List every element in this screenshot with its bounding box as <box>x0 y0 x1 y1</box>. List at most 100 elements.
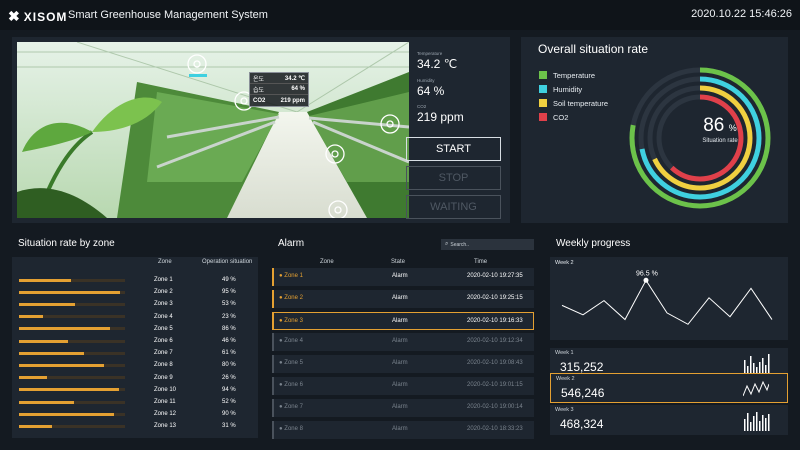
search-icon: ⌕ <box>445 241 449 247</box>
zone-progress-fill <box>19 400 75 404</box>
zone-progress-bar <box>19 363 125 367</box>
legend-label: Humidity <box>553 84 583 94</box>
alarm-zone: ● Zone 4 <box>279 338 303 344</box>
camera-panel: 온도 34.2 ℃ 습도 64 % CO2 219 ppm Temperatur… <box>12 37 510 223</box>
zone-percent: 61 % <box>222 350 236 357</box>
week-card[interactable]: Week 3 468,324 <box>550 405 788 435</box>
zone-progress-fill <box>19 290 120 294</box>
zone-row: Zone 11 52 % <box>12 396 258 408</box>
alarm-row[interactable]: ● Zone 3 Alarm 2020-02-10 19:16:33 <box>272 311 534 330</box>
weekly-section-title: Weekly progress <box>556 238 631 249</box>
legend-swatch <box>539 113 547 121</box>
zone-progress-bar <box>19 424 125 428</box>
week-card-value: 468,324 <box>560 417 604 431</box>
overlay-value: 64 % <box>291 86 305 92</box>
alarm-zone-label: Zone 2 <box>284 294 303 301</box>
alarm-zone-label: Zone 4 <box>284 338 303 345</box>
overall-situation-panel: Overall situation rate Temperature Humid… <box>521 37 788 223</box>
zone-progress-bar <box>19 339 125 343</box>
zone-name: Zone 8 <box>154 362 173 369</box>
stop-button[interactable]: STOP <box>406 166 501 190</box>
alarm-row[interactable]: ● Zone 4 Alarm 2020-02-10 19:12:34 <box>272 333 534 352</box>
alarm-time: 2020-02-10 19:16:33 <box>467 317 523 324</box>
week-card-label: Week 2 <box>556 376 575 382</box>
week-card-label: Week 1 <box>555 350 574 356</box>
zone-row: Zone 13 31 % <box>12 420 258 432</box>
alarm-row[interactable]: ● Zone 8 Alarm 2020-02-10 18:33:23 <box>272 420 534 439</box>
alarm-time: 2020-02-10 19:01:15 <box>467 382 523 388</box>
greenhouse-camera-view: 온도 34.2 ℃ 습도 64 % CO2 219 ppm <box>17 42 409 218</box>
zone-progress-bar <box>19 412 125 416</box>
alarm-row[interactable]: ● Zone 1 Alarm 2020-02-10 19:27:35 <box>272 268 534 286</box>
header-bar: ✖ XISOM Smart Greenhouse Management Syst… <box>0 0 800 30</box>
alarm-zone: ● Zone 1 <box>279 273 303 279</box>
alarm-state: Alarm <box>392 294 408 301</box>
alarm-zone: ● Zone 5 <box>279 360 303 366</box>
alarm-row[interactable]: ● Zone 2 Alarm 2020-02-10 19:25:15 <box>272 289 534 308</box>
alarm-search-input[interactable]: ⌕ Search.. <box>441 239 534 250</box>
sensor-value: 219 ppm <box>417 110 464 124</box>
sensor-label: Humidity <box>417 78 435 83</box>
zone-percent: 80 % <box>222 362 236 369</box>
zone-col-header: Zone <box>158 259 172 265</box>
legend-item-co2: CO2 <box>539 110 608 124</box>
legend-item-humidity: Humidity <box>539 82 608 96</box>
legend-swatch <box>539 99 547 107</box>
logo-text: XISOM <box>23 9 68 24</box>
zone-percent: 95 % <box>222 289 236 296</box>
zone-row: Zone 3 53 % <box>12 298 258 310</box>
legend-label: Soil temperature <box>553 98 609 108</box>
alarm-time: 2020-02-10 19:00:14 <box>467 403 523 410</box>
alarm-row[interactable]: ● Zone 5 Alarm 2020-02-10 19:08:43 <box>272 355 534 374</box>
zone-row: Zone 8 80 % <box>12 359 258 371</box>
zone-name: Zone 9 <box>154 374 173 381</box>
zone-progress-fill <box>19 278 71 282</box>
legend-item-soil-temperature: Soil temperature <box>539 96 608 110</box>
overlay-label: 온도 <box>253 76 265 83</box>
zone-progress-fill <box>19 388 119 392</box>
situation-rate-unit: % <box>728 123 737 133</box>
waiting-button[interactable]: WAITING <box>406 195 501 219</box>
zone-progress-bar <box>19 278 125 282</box>
week-card-value: 546,246 <box>561 386 605 400</box>
alarm-zone: ● Zone 7 <box>279 404 303 410</box>
alarm-time: 2020-02-10 19:12:34 <box>467 338 523 345</box>
zone-percent: 49 % <box>222 277 236 283</box>
zone-progress-bar <box>19 400 125 404</box>
zone-name: Zone 5 <box>154 325 173 332</box>
alarm-row[interactable]: ● Zone 7 Alarm 2020-02-10 19:00:14 <box>272 398 534 417</box>
start-button[interactable]: START <box>406 137 501 161</box>
zone-name: Zone 13 <box>154 423 177 430</box>
overlay-row: 온도 34.2 ℃ <box>250 73 308 84</box>
zone-percent: 31 % <box>222 423 236 430</box>
alarm-state: Alarm <box>392 273 408 279</box>
alarm-state: Alarm <box>392 338 408 345</box>
alarm-state: Alarm <box>392 360 408 367</box>
alarm-col-state: State <box>391 259 406 265</box>
weekly-line-chart: Week 2 96.5 % <box>550 257 788 340</box>
weekly-peak-label: 96.5 % <box>636 270 658 277</box>
situation-rate-label: Situation rate <box>702 138 738 144</box>
app-title: Smart Greenhouse Management System <box>68 9 268 21</box>
zone-name: Zone 7 <box>154 350 173 357</box>
zone-progress-fill <box>19 327 111 331</box>
bar-sparkline-icon <box>744 354 770 374</box>
zone-row: Zone 1 49 % <box>12 274 258 286</box>
zone-progress-bar <box>19 388 125 392</box>
zone-row: Zone 2 95 % <box>12 286 258 298</box>
week-card-selected[interactable]: Week 2 546,246 <box>550 373 788 403</box>
alarm-zone: ● Zone 3 <box>279 318 303 324</box>
zone-percent: 52 % <box>222 399 236 405</box>
zone-row: Zone 4 23 % <box>12 311 258 323</box>
overlay-label: 습도 <box>253 87 265 94</box>
alarm-row[interactable]: ● Zone 6 Alarm 2020-02-10 19:01:15 <box>272 377 534 395</box>
alarm-zone-label: Zone 5 <box>284 360 303 367</box>
sensor-temperature: Temperature 34.2 ℃ <box>417 51 457 71</box>
alarm-state: Alarm <box>392 382 408 388</box>
search-placeholder: Search.. <box>450 241 469 248</box>
alarm-zone-label: Zone 6 <box>284 382 303 388</box>
zone-progress-fill <box>19 315 44 319</box>
zone-row: Zone 9 26 % <box>12 372 258 384</box>
zone-progress-fill <box>19 363 104 367</box>
zone-progress-fill <box>19 412 115 416</box>
